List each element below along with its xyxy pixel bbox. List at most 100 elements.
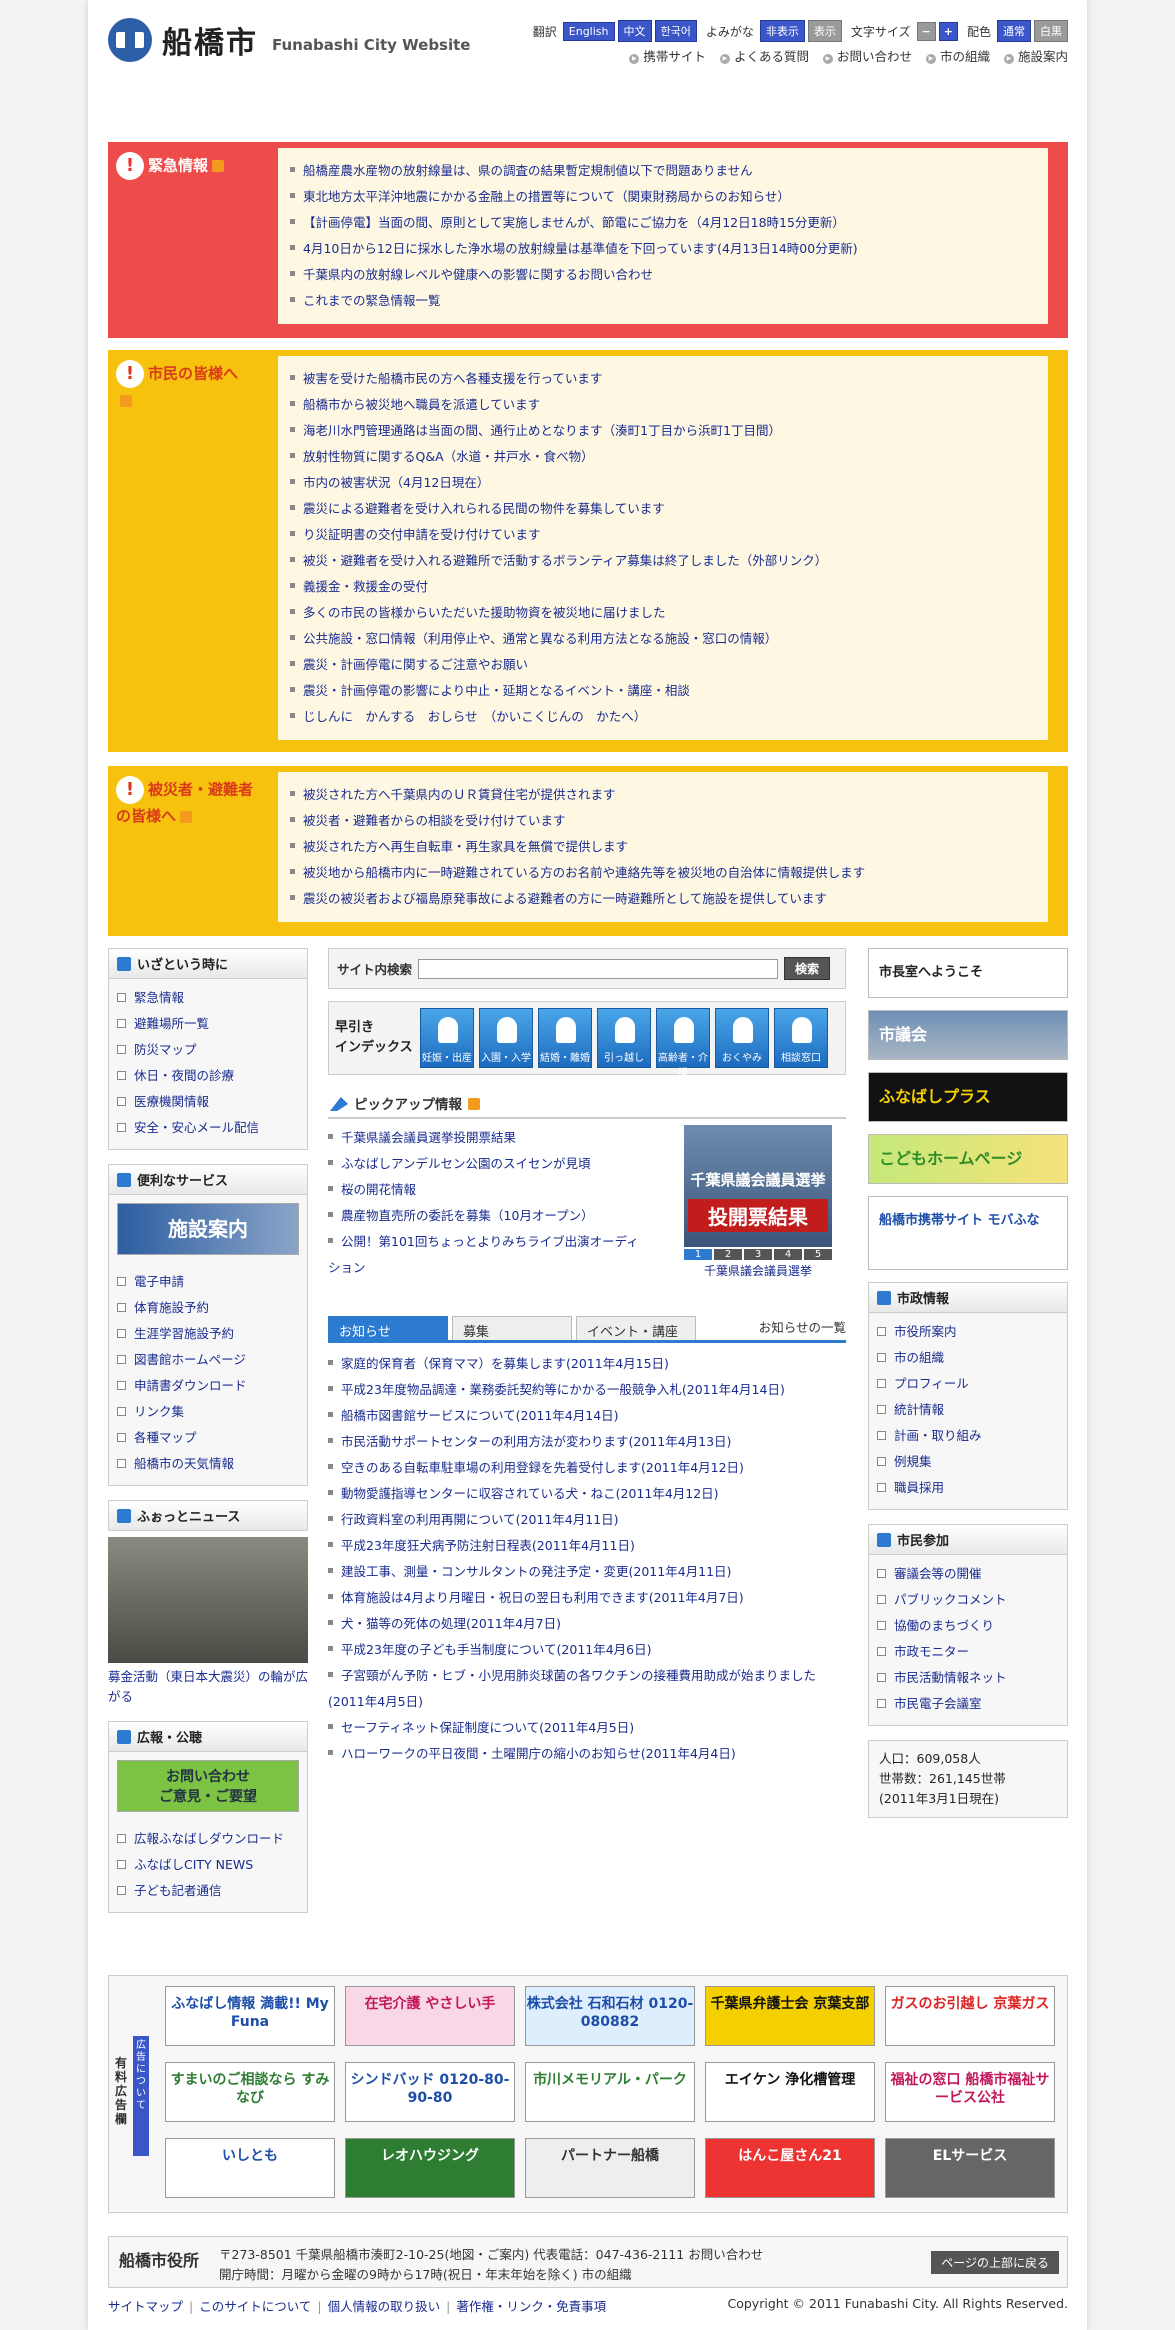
news-item[interactable]: 平成23年度物品調達・業務委託契約等にかかる一般競争入札(2011年4月14日) <box>328 1377 846 1403</box>
quick-index-item[interactable]: 結婚・離婚 <box>538 1008 592 1068</box>
mayor-banner[interactable]: 市長室へようこそ <box>868 948 1068 998</box>
pickup-item[interactable]: 公開！第101回ちょっとよりみちライブ出演オーディション <box>328 1229 648 1281</box>
footer-link[interactable]: サイトマップ <box>108 2299 183 2314</box>
ad-banner[interactable]: 千葉県弁護士会 京葉支部 <box>705 1986 875 2046</box>
citizens-item[interactable]: 市内の被害状況（4月12日現在） <box>290 470 1036 496</box>
sidebar-item[interactable]: 審議会等の開催 <box>877 1561 1059 1587</box>
fontsize-minus-button[interactable]: − <box>916 21 936 41</box>
link-contact[interactable]: お問い合わせ <box>823 46 912 65</box>
citizens-item[interactable]: 震災・計画停電の影響により中止・延期となるイベント・講座・相談 <box>290 678 1036 704</box>
link-facilities[interactable]: 施設案内 <box>1004 46 1068 65</box>
sidebar-item[interactable]: ふなばしCITY NEWS <box>117 1852 299 1878</box>
news-item[interactable]: 家庭的保育者（保育ママ）を募集します(2011年4月15日) <box>328 1351 846 1377</box>
quick-index-item[interactable]: 高齢者・介護 <box>656 1008 710 1079</box>
news-photo[interactable] <box>108 1537 308 1663</box>
sidebar-item[interactable]: 子ども記者通信 <box>117 1878 299 1904</box>
lang-english-button[interactable]: English <box>562 21 615 41</box>
news-item[interactable]: セーフティネット保証制度について(2011年4月5日) <box>328 1715 846 1741</box>
pager-button[interactable]: 3 <box>744 1249 772 1260</box>
sidebar-item[interactable]: 生涯学習施設予約 <box>117 1321 299 1347</box>
yomigana-on-button[interactable]: 表示 <box>807 20 842 42</box>
contact-banner[interactable]: お問い合わせ ご意見・ご要望 <box>117 1760 299 1812</box>
emergency-title[interactable]: ! 緊急情報 <box>116 152 266 180</box>
lang-korean-button[interactable]: 한국어 <box>654 20 697 42</box>
footer-link[interactable]: このサイトについて <box>199 2299 311 2314</box>
search-button[interactable]: 検索 <box>784 957 831 980</box>
lang-chinese-button[interactable]: 中文 <box>617 20 652 42</box>
sidebar-item[interactable]: 緊急情報 <box>117 985 299 1011</box>
evacuees-item[interactable]: 震災の被災者および福島原発事故による避難者の方に一時避難所として施設を提供してい… <box>290 886 1036 912</box>
emergency-item[interactable]: 4月10日から12日に採水した浄水場の放射線量は基準値を下回っています(4月13… <box>290 236 1036 262</box>
pager-button[interactable]: 1 <box>684 1249 712 1260</box>
news-item[interactable]: 建設工事、測量・コンサルタントの発注予定・変更(2011年4月11日) <box>328 1559 846 1585</box>
link-faq[interactable]: よくある質問 <box>720 46 809 65</box>
citizens-item[interactable]: 放射性物質に関するQ&A（水道・井戸水・食べ物） <box>290 444 1036 470</box>
ad-banner[interactable]: ガスのお引越し 京葉ガス <box>885 1986 1055 2046</box>
tab-events[interactable]: イベント・講座 <box>576 1316 696 1340</box>
sidebar-item[interactable]: プロフィール <box>877 1371 1059 1397</box>
pager-button[interactable]: 5 <box>804 1249 832 1260</box>
ad-banner[interactable]: シンドバッド 0120-80-90-80 <box>345 2062 515 2122</box>
sidebar-item[interactable]: 市民電子会議室 <box>877 1691 1059 1717</box>
citizens-item[interactable]: 義援金・救援金の受付 <box>290 574 1036 600</box>
sidebar-item[interactable]: 避難場所一覧 <box>117 1011 299 1037</box>
emergency-item[interactable]: 千葉県内の放射線レベルや健康への影響に関するお問い合わせ <box>290 262 1036 288</box>
citizens-item[interactable]: 公共施設・窓口情報（利用停止や、通常と異なる利用方法となる施設・窓口の情報） <box>290 626 1036 652</box>
ad-banner[interactable]: はんこ屋さん21 <box>705 2138 875 2198</box>
emergency-item[interactable]: 船橋産農水産物の放射線量は、県の調査の結果暫定規制値以下で問題ありません <box>290 158 1036 184</box>
sidebar-item[interactable]: 統計情報 <box>877 1397 1059 1423</box>
sidebar-item[interactable]: 船橋市の天気情報 <box>117 1451 299 1477</box>
citizens-item[interactable]: 多くの市民の皆様からいただいた援助物資を被災地に届けました <box>290 600 1036 626</box>
news-item[interactable]: ハローワークの平日夜間・土曜開庁の縮小のお知らせ(2011年4月4日) <box>328 1741 846 1767</box>
ad-banner[interactable]: 市川メモリアル・パーク <box>525 2062 695 2122</box>
news-item[interactable]: 空きのある自転車駐車場の利用登録を先着受付します(2011年4月12日) <box>328 1455 846 1481</box>
mobile-banner[interactable]: 船橋市携帯サイト モバふな <box>868 1196 1068 1270</box>
search-input[interactable] <box>418 958 779 979</box>
quick-index-item[interactable]: おくやみ <box>715 1008 769 1068</box>
sidebar-item[interactable]: 防災マップ <box>117 1037 299 1063</box>
citizens-item[interactable]: 震災・計画停電に関するご注意やお願い <box>290 652 1036 678</box>
ad-banner[interactable]: ELサービス <box>885 2138 1055 2198</box>
rss-icon[interactable] <box>180 810 193 823</box>
evacuees-item[interactable]: 被災者・避難者からの相談を受け付けています <box>290 808 1036 834</box>
evacuees-item[interactable]: 被災地から船橋市内に一時避難されている方のお名前や連絡先等を被災地の自治体に情報… <box>290 860 1036 886</box>
citizens-item[interactable]: 船橋市から被災地へ職員を派遣しています <box>290 392 1036 418</box>
news-item[interactable]: 行政資料室の利用再開について(2011年4月11日) <box>328 1507 846 1533</box>
citizens-item[interactable]: じしんに かんする おしらせ （かいこくじんの かたへ） <box>290 704 1036 730</box>
rss-icon[interactable] <box>468 1098 480 1110</box>
sidebar-item[interactable]: 安全・安心メール配信 <box>117 1115 299 1141</box>
sidebar-item[interactable]: 市役所案内 <box>877 1319 1059 1345</box>
council-banner[interactable]: 市議会 <box>868 1010 1068 1060</box>
election-banner[interactable]: 千葉県議会議員選挙 投開票結果 12345 千葉県議会議員選挙 <box>684 1125 832 1279</box>
rss-icon[interactable] <box>212 160 225 172</box>
sidebar-item[interactable]: 協働のまちづくり <box>877 1613 1059 1639</box>
news-item[interactable]: 平成23年度の子ども手当制度について(2011年4月6日) <box>328 1637 846 1663</box>
citizens-item[interactable]: 震災による避難者を受け入れられる民間の物件を募集しています <box>290 496 1036 522</box>
fontsize-plus-button[interactable]: + <box>938 21 958 41</box>
quick-index-item[interactable]: 入園・入学 <box>479 1008 533 1068</box>
news-caption[interactable]: 募金活動（東日本大震災）の輪が広がる <box>108 1667 308 1707</box>
ad-banner[interactable]: すまいのご相談なら すみなび <box>165 2062 335 2122</box>
ad-banner[interactable]: レオハウジング <box>345 2138 515 2198</box>
news-item[interactable]: 体育施設は4月より月曜日・祝日の翌日も利用できます(2011年4月7日) <box>328 1585 846 1611</box>
sidebar-item[interactable]: パブリックコメント <box>877 1587 1059 1613</box>
tab-news[interactable]: お知らせ <box>328 1316 448 1340</box>
sidebar-item[interactable]: 電子申請 <box>117 1269 299 1295</box>
ad-banner[interactable]: 在宅介護 やさしい手 <box>345 1986 515 2046</box>
site-logo[interactable]: 船橋市 Funabashi City Website <box>108 18 470 62</box>
tab-recruit[interactable]: 募集 <box>452 1316 572 1340</box>
sidebar-item[interactable]: 休日・夜間の診療 <box>117 1063 299 1089</box>
evacuees-item[interactable]: 被災された方へ再生自転車・再生家具を無償で提供します <box>290 834 1036 860</box>
emergency-item[interactable]: これまでの緊急情報一覧 <box>290 288 1036 314</box>
sidebar-item[interactable]: 広報ふなばしダウンロード <box>117 1826 299 1852</box>
sidebar-item[interactable]: 図書館ホームページ <box>117 1347 299 1373</box>
plus-banner[interactable]: ふなばしプラス <box>868 1072 1068 1122</box>
pickup-item[interactable]: ふなばしアンデルセン公園のスイセンが見頃 <box>328 1151 648 1177</box>
sidebar-item[interactable]: 各種マップ <box>117 1425 299 1451</box>
link-mobile[interactable]: 携帯サイト <box>629 46 706 65</box>
news-item[interactable]: 船橋市図書館サービスについて(2011年4月14日) <box>328 1403 846 1429</box>
ad-banner[interactable]: いしとも <box>165 2138 335 2198</box>
news-more-link[interactable]: お知らせの一覧 <box>759 1317 846 1340</box>
citizens-title[interactable]: ! 市民の皆様へ <box>116 360 266 412</box>
quick-index-item[interactable]: 妊娠・出産 <box>420 1008 474 1068</box>
